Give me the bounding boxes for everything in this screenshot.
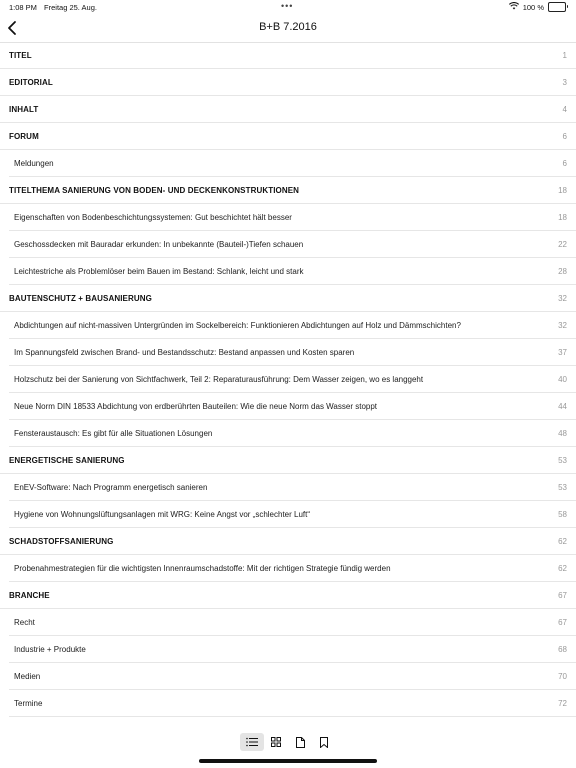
toc-title: Meldungen — [14, 158, 54, 168]
home-indicator[interactable] — [199, 759, 377, 763]
toc-page-number: 40 — [558, 374, 567, 384]
status-right: 100 % — [508, 2, 568, 12]
toc-article-row[interactable]: Industrie + Produkte 68 — [9, 636, 576, 663]
toc-page-number: 58 — [558, 509, 567, 519]
toc-title: Fensteraustausch: Es gibt für alle Situa… — [14, 428, 213, 438]
toc-title: EnEV-Software: Nach Programm energetisch… — [14, 482, 208, 492]
toc-page-number: 53 — [558, 455, 567, 465]
toc-title: Eigenschaften von Bodenbeschichtungssyst… — [14, 212, 292, 222]
toc-page-number: 44 — [558, 401, 567, 411]
toc-article-row[interactable]: Medien 70 — [9, 663, 576, 690]
battery-percent: 100 % — [522, 2, 544, 12]
toc-section-row[interactable]: FORUM 6 — [0, 123, 576, 150]
status-date: Freitag 25. Aug. — [44, 3, 97, 12]
bookmarks-button[interactable] — [312, 733, 336, 751]
toc-page-number: 70 — [558, 671, 567, 681]
toc-article-row[interactable]: Meldungen 6 — [9, 150, 576, 177]
toc-section-row[interactable]: SCHADSTOFFSANIERUNG 62 — [0, 528, 576, 555]
bottom-toolbar — [240, 733, 336, 751]
page-title: B+B 7.2016 — [259, 21, 317, 33]
toc-section-row[interactable]: ENERGETISCHE SANIERUNG 53 — [0, 447, 576, 474]
toc-article-row[interactable]: Fensteraustausch: Es gibt für alle Situa… — [9, 420, 576, 447]
toc-page-number: 32 — [558, 293, 567, 303]
toc-section-row[interactable]: TITELTHEMA SANIERUNG VON BODEN- UND DECK… — [0, 177, 576, 204]
toc-article-row[interactable]: Holzschutz bei der Sanierung von Sichtfa… — [9, 366, 576, 393]
toc-article-row[interactable]: EnEV-Software: Nach Programm energetisch… — [9, 474, 576, 501]
toc-title: Geschossdecken mit Bauradar erkunden: In… — [14, 239, 304, 249]
toc-title: Probenahmestrategien für die wichtigsten… — [14, 563, 391, 573]
toc-page-number: 28 — [558, 266, 567, 276]
toc-title: Holzschutz bei der Sanierung von Sichtfa… — [14, 374, 424, 384]
toc-title: TITELTHEMA SANIERUNG VON BODEN- UND DECK… — [9, 185, 300, 195]
toc-section-row[interactable]: INHALT 4 — [0, 96, 576, 123]
toc-page-number: 4 — [562, 104, 567, 114]
toc-title: SCHADSTOFFSANIERUNG — [9, 536, 114, 546]
toc-title: Leichtestriche als Problemlöser beim Bau… — [14, 266, 304, 276]
toc-section-row[interactable]: BAUTENSCHUTZ + BAUSANIERUNG 32 — [0, 285, 576, 312]
toc-page-number: 18 — [558, 185, 567, 195]
wifi-icon — [508, 2, 519, 12]
grid-view-button[interactable] — [264, 733, 288, 751]
battery-icon — [548, 2, 568, 12]
toc-page-number: 1 — [562, 50, 567, 60]
toc-title: Im Spannungsfeld zwischen Brand- und Bes… — [14, 347, 355, 357]
toc-list[interactable]: TITEL 1 EDITORIAL 3 INHALT 4 FORUM 6 Meldungen 6 T… — [0, 42, 576, 732]
toc-title: Abdichtungen auf nicht-massiven Untergrü… — [14, 320, 461, 330]
page-view-button[interactable] — [288, 733, 312, 751]
toc-title: INHALT — [9, 104, 39, 114]
toc-article-row[interactable]: Leichtestriche als Problemlöser beim Bau… — [9, 258, 576, 285]
toc-title: TITEL — [9, 50, 32, 60]
status-bar: 1:08 PM Freitag 25. Aug. ••• 100 % — [0, 0, 576, 14]
toc-page-number: 53 — [558, 482, 567, 492]
toc-title: Industrie + Produkte — [14, 644, 86, 654]
toc-title: Recht — [14, 617, 35, 627]
bookmark-icon — [320, 736, 328, 748]
toc-title: BRANCHE — [9, 590, 50, 600]
toc-page-number: 62 — [558, 536, 567, 546]
toc-article-row[interactable]: Abdichtungen auf nicht-massiven Untergrü… — [9, 312, 576, 339]
toc-page-number: 6 — [562, 131, 567, 141]
toc-article-row[interactable]: Geschossdecken mit Bauradar erkunden: In… — [9, 231, 576, 258]
toc-page-number: 22 — [558, 239, 567, 249]
page-icon — [295, 736, 305, 748]
toc-title: BAUTENSCHUTZ + BAUSANIERUNG — [9, 293, 152, 303]
status-time: 1:08 PM — [9, 3, 37, 12]
toc-article-row[interactable]: Termine 72 — [9, 690, 576, 717]
toc-page-number: 67 — [558, 590, 567, 600]
toc-article-row[interactable]: Neue Norm DIN 18533 Abdichtung von erdbe… — [9, 393, 576, 420]
toc-page-number: 3 — [562, 77, 567, 87]
toc-page-number: 32 — [558, 320, 567, 330]
toc-article-row[interactable]: Recht 67 — [9, 609, 576, 636]
toc-list-button[interactable] — [240, 733, 264, 751]
toc-page-number: 68 — [558, 644, 567, 654]
toc-page-number: 72 — [558, 698, 567, 708]
toc-title: EDITORIAL — [9, 77, 53, 87]
grid-icon — [271, 737, 281, 747]
toc-page-number: 37 — [558, 347, 567, 357]
toc-page-number: 18 — [558, 212, 567, 222]
toc-page-number: 48 — [558, 428, 567, 438]
toc-page-number: 6 — [562, 158, 567, 168]
toc-title: Medien — [14, 671, 41, 681]
toc-title: Hygiene von Wohnungslüftungsanlagen mit … — [14, 509, 311, 519]
toc-article-row[interactable]: Eigenschaften von Bodenbeschichtungssyst… — [9, 204, 576, 231]
toc-title: Neue Norm DIN 18533 Abdichtung von erdbe… — [14, 401, 378, 411]
toc-section-row[interactable]: EDITORIAL 3 — [0, 69, 576, 96]
toc-page-number: 62 — [558, 563, 567, 573]
multitasking-dots-icon[interactable]: ••• — [281, 1, 293, 11]
list-icon — [246, 737, 258, 747]
toc-section-row[interactable]: TITEL 1 — [0, 42, 576, 69]
toc-article-row[interactable]: Hygiene von Wohnungslüftungsanlagen mit … — [9, 501, 576, 528]
toc-title: Termine — [14, 698, 43, 708]
nav-bar: B+B 7.2016 — [0, 14, 576, 43]
toc-page-number: 67 — [558, 617, 567, 627]
toc-article-row[interactable]: Im Spannungsfeld zwischen Brand- und Bes… — [9, 339, 576, 366]
toc-article-row[interactable]: Probenahmestrategien für die wichtigsten… — [9, 555, 576, 582]
toc-title: FORUM — [9, 131, 39, 141]
status-time-date: 1:08 PM Freitag 25. Aug. — [9, 3, 102, 12]
toc-title: ENERGETISCHE SANIERUNG — [9, 455, 125, 465]
toc-section-row[interactable]: BRANCHE 67 — [0, 582, 576, 609]
